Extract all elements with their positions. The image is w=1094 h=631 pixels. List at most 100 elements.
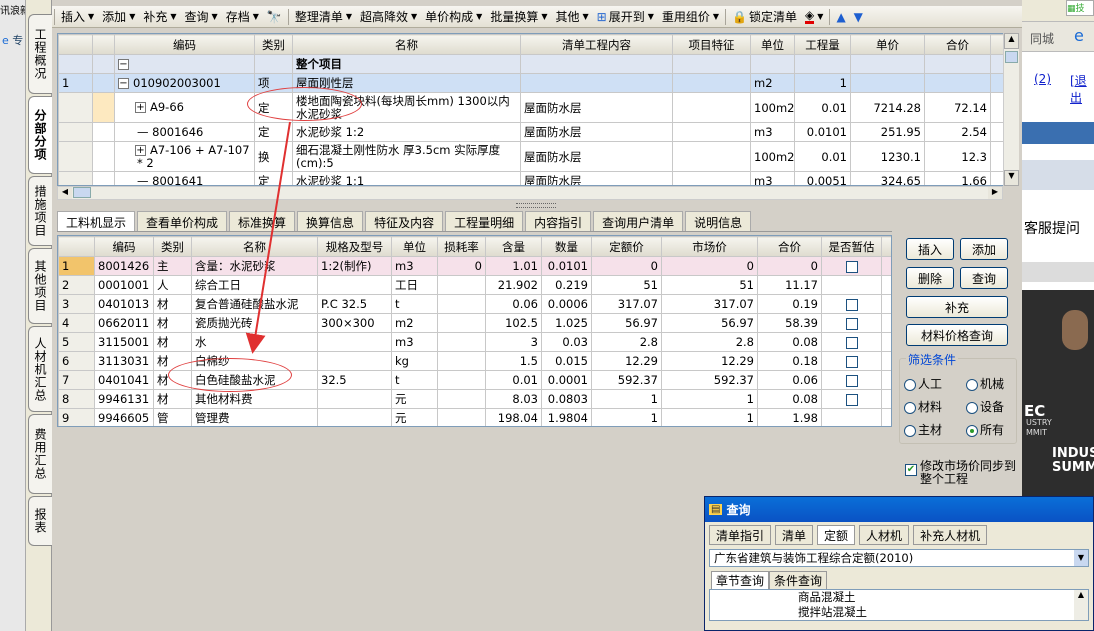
estimate-checkbox[interactable] bbox=[845, 336, 858, 349]
cell[interactable]: m2 bbox=[391, 313, 438, 333]
cell[interactable] bbox=[58, 141, 93, 172]
cell[interactable]: 102.5 bbox=[485, 313, 542, 333]
splitter-handle[interactable] bbox=[516, 203, 556, 208]
cell[interactable]: 主 bbox=[153, 256, 192, 276]
cell[interactable]: 其他材料费 bbox=[191, 389, 318, 409]
cell[interactable]: 复合普通硅酸盐水泥 bbox=[191, 294, 318, 314]
cell[interactable]: m3 bbox=[750, 122, 795, 142]
cell[interactable] bbox=[58, 171, 93, 185]
column-header[interactable]: 数量 bbox=[541, 236, 592, 257]
cell[interactable]: 2 bbox=[58, 275, 95, 295]
tree-scrollbar[interactable]: ▲ bbox=[1074, 590, 1088, 620]
cell[interactable]: 51 bbox=[661, 275, 758, 295]
checkbox-cell[interactable] bbox=[821, 294, 882, 314]
column-header[interactable]: 锁定 bbox=[881, 236, 891, 257]
cell[interactable]: 0662011 bbox=[94, 313, 154, 333]
radio-icon[interactable] bbox=[904, 378, 916, 391]
column-header[interactable]: 编码 bbox=[114, 34, 255, 55]
detail-tab[interactable]: 查询用户清单 bbox=[593, 211, 684, 231]
column-header[interactable]: 项目特征 bbox=[672, 34, 751, 55]
chevron-down-icon[interactable]: ▼ bbox=[1074, 550, 1088, 566]
cell[interactable] bbox=[437, 351, 486, 371]
column-header[interactable]: 名称 bbox=[292, 34, 521, 55]
cell[interactable]: 0 bbox=[591, 256, 662, 276]
cell[interactable]: 1.98 bbox=[757, 408, 822, 426]
query-button[interactable]: 查询 ▼ bbox=[181, 7, 222, 27]
query-tab[interactable]: 人材机 bbox=[859, 525, 910, 545]
cell[interactable]: 0001001 bbox=[94, 275, 154, 295]
cell[interactable]: t bbox=[391, 294, 438, 314]
cell[interactable]: 3 bbox=[58, 294, 95, 314]
cell[interactable]: 元 bbox=[391, 389, 438, 409]
cell[interactable]: m3 bbox=[750, 171, 795, 185]
bill-item-row[interactable]: + A9-66 定楼地面陶瓷块料(每块周长mm) 1300以内 水泥砂浆 屋面防水层 1… bbox=[58, 92, 1018, 123]
cell[interactable]: 7214.28 bbox=[850, 92, 925, 123]
detail-tab[interactable]: 内容指引 bbox=[525, 211, 592, 231]
checkbox-cell[interactable] bbox=[821, 332, 882, 352]
cell[interactable]: 21.902 bbox=[485, 275, 542, 295]
cell[interactable]: 2.8 bbox=[661, 332, 758, 352]
cell[interactable]: 0401041 bbox=[94, 370, 154, 390]
cell[interactable] bbox=[92, 73, 115, 93]
filter-radio[interactable]: 设备 bbox=[966, 398, 1004, 415]
cell[interactable]: P.C 32.5 bbox=[317, 294, 392, 314]
supplement-button[interactable]: 补充 ▼ bbox=[139, 7, 180, 27]
cell[interactable]: 8.03 bbox=[485, 389, 542, 409]
estimate-checkbox[interactable] bbox=[845, 355, 858, 368]
cell[interactable]: 1.66 bbox=[924, 171, 991, 185]
batch-conversion-button[interactable]: 批量换算 ▼ bbox=[486, 7, 551, 27]
radio-icon[interactable] bbox=[966, 401, 978, 414]
estimate-checkbox[interactable] bbox=[845, 317, 858, 330]
checkbox-cell[interactable] bbox=[881, 332, 891, 352]
add-button[interactable]: 添加 ▼ bbox=[98, 7, 139, 27]
cell[interactable]: 管 bbox=[153, 408, 192, 426]
insert-button[interactable]: 插入 ▼ bbox=[57, 7, 98, 27]
cell[interactable] bbox=[850, 54, 925, 74]
binoculars-icon[interactable]: 🔭 bbox=[263, 7, 286, 27]
scroll-left-arrow[interactable]: ◀ bbox=[58, 187, 72, 199]
radio-icon[interactable] bbox=[966, 378, 978, 391]
cell[interactable]: −010902003001 bbox=[114, 73, 255, 93]
fill-color-button[interactable]: ◈ ▼ bbox=[801, 7, 827, 27]
cell[interactable]: 0.0101 bbox=[541, 256, 592, 276]
cell[interactable]: 9946131 bbox=[94, 389, 154, 409]
cell[interactable] bbox=[672, 171, 751, 185]
cell[interactable]: 0.015 bbox=[541, 351, 592, 371]
detail-tab[interactable]: 说明信息 bbox=[685, 211, 752, 231]
cell[interactable]: 0.0101 bbox=[794, 122, 851, 142]
column-header[interactable]: 类别 bbox=[153, 236, 192, 257]
cell[interactable]: 0.219 bbox=[541, 275, 592, 295]
cell[interactable]: − bbox=[114, 54, 255, 74]
cell[interactable] bbox=[520, 54, 673, 74]
lock-list-button[interactable]: 🔒 锁定清单 bbox=[728, 7, 801, 27]
sync-price-option[interactable]: ✔ 修改市场价同步到整个工程 bbox=[905, 460, 1017, 486]
cell[interactable]: — 8001641 bbox=[114, 171, 255, 185]
material-row[interactable]: 3 0401013 材复合普通硅酸盐水泥 P.C 32.5 t 0.06 0.0006 317… bbox=[58, 294, 891, 314]
cell[interactable]: 0.19 bbox=[757, 294, 822, 314]
insert-material-button[interactable]: 插入 bbox=[906, 238, 954, 260]
checkbox-cell[interactable] bbox=[821, 351, 882, 371]
cell[interactable]: 56.97 bbox=[591, 313, 662, 333]
expand-to-button[interactable]: ⊞ 展开到 ▼ bbox=[593, 7, 658, 27]
move-up-button[interactable]: ▲ bbox=[832, 7, 849, 27]
checkbox-cell[interactable] bbox=[821, 389, 882, 409]
query-tab[interactable]: 定额 bbox=[817, 525, 856, 545]
cell[interactable] bbox=[924, 73, 991, 93]
cell[interactable]: 屋面防水层 bbox=[520, 141, 673, 172]
cell[interactable]: 8 bbox=[58, 389, 95, 409]
cell[interactable] bbox=[794, 54, 851, 74]
filter-radio[interactable]: 主材 bbox=[904, 421, 942, 438]
collapse-icon[interactable]: − bbox=[118, 59, 129, 70]
column-header[interactable]: 合价 bbox=[924, 34, 991, 55]
bill-item-row[interactable]: + A7-106 + A7-107 * 2 换细石混凝土刚性防水 厚3.5cm 实际… bbox=[58, 141, 1018, 172]
cell[interactable]: 1.5 bbox=[485, 351, 542, 371]
detail-tab[interactable]: 标准换算 bbox=[229, 211, 296, 231]
delete-material-button[interactable]: 删除 bbox=[906, 267, 954, 289]
archive-button[interactable]: 存档 ▼ bbox=[222, 7, 263, 27]
cell[interactable]: m3 bbox=[391, 332, 438, 352]
cell[interactable]: 11.17 bbox=[757, 275, 822, 295]
filter-radio[interactable]: 机械 bbox=[966, 375, 1004, 392]
cell[interactable] bbox=[437, 389, 486, 409]
column-header[interactable]: 含量 bbox=[485, 236, 542, 257]
filter-radio[interactable]: 人工 bbox=[904, 375, 942, 392]
